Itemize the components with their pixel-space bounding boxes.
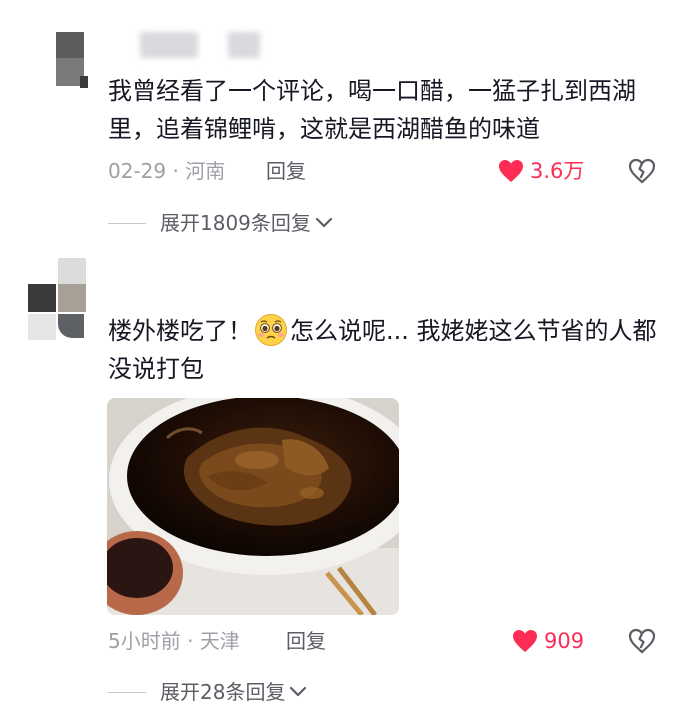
divider-line <box>108 222 146 224</box>
broken-heart-icon <box>628 158 656 184</box>
vinegar-fish-dish-image <box>107 398 399 615</box>
comment-meta: 5小时前 · 天津 <box>108 629 240 653</box>
reply-button[interactable]: 回复 <box>266 157 306 185</box>
like-count: 909 <box>544 629 585 653</box>
heart-filled-icon <box>513 630 537 652</box>
comment-location: 天津 <box>199 629 240 653</box>
comment-location: 河南 <box>185 159 226 183</box>
comment-date: 5小时前 <box>108 629 181 653</box>
user-avatar[interactable] <box>56 32 88 88</box>
comment-text: 我曾经看了一个评论，喝一口醋，一猛子扎到西湖里，追着锦鲤啃，这就是西湖醋鱼的味道 <box>108 77 636 143</box>
pleading-face-emoji-icon <box>255 314 287 346</box>
reply-button[interactable]: 回复 <box>286 627 326 655</box>
like-count: 3.6万 <box>530 159 585 183</box>
heart-filled-icon <box>499 160 523 182</box>
like-button[interactable]: 3.6万 <box>498 157 584 185</box>
user-avatar[interactable] <box>28 258 88 340</box>
comment-date: 02-29 <box>108 159 167 183</box>
comment-photo[interactable] <box>107 398 399 615</box>
like-button[interactable]: 909 <box>512 627 584 655</box>
dislike-button[interactable] <box>628 628 656 658</box>
broken-heart-icon <box>628 628 656 654</box>
username-redacted <box>228 32 260 58</box>
chevron-down-icon <box>315 217 333 228</box>
chevron-down-icon <box>290 686 307 697</box>
username-redacted[interactable] <box>140 32 198 58</box>
expand-replies-button[interactable]: 展开28条回复 <box>108 678 307 706</box>
comment-meta: 02-29 · 河南 <box>108 159 226 183</box>
expand-replies-button[interactable]: 展开1809条回复 <box>108 209 333 237</box>
expand-replies-label: 展开28条回复 <box>160 680 286 704</box>
divider-line <box>108 691 146 693</box>
expand-replies-label: 展开1809条回复 <box>160 211 311 235</box>
comment-text: 楼外楼吃了！ 怎么说呢... 我姥姥这么节省的人都没说打包 <box>108 312 668 388</box>
dislike-button[interactable] <box>628 158 656 188</box>
